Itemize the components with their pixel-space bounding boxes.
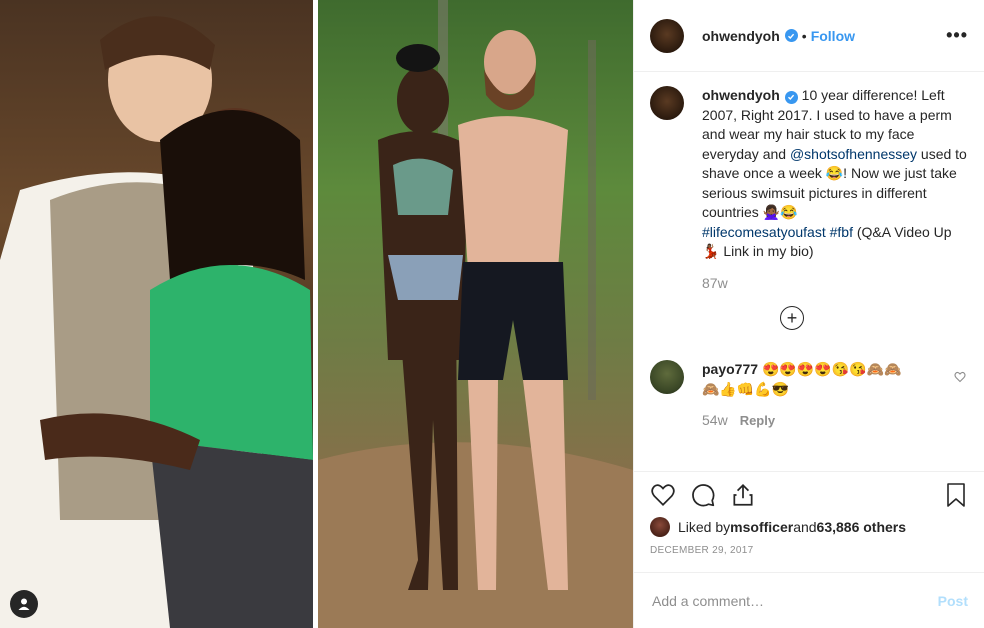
bookmark-icon[interactable] — [944, 482, 968, 508]
verified-icon — [784, 29, 798, 42]
photo-left-illustration — [0, 16, 313, 628]
likes-summary: Liked by msofficer and 63,886 others — [634, 517, 984, 537]
caption-username[interactable]: ohwendyoh — [702, 87, 780, 103]
comments-section: ohwendyoh 10 year difference! Left 2007,… — [634, 72, 984, 471]
caption: ohwendyoh 10 year difference! Left 2007,… — [650, 86, 968, 293]
user-tag-button[interactable] — [10, 590, 38, 618]
user-tag-icon — [18, 598, 30, 610]
post-header: ohwendyoh • Follow ••• — [634, 0, 984, 72]
commenter-username[interactable]: payo777 — [702, 361, 758, 377]
author-username[interactable]: ohwendyoh — [702, 28, 780, 44]
caption-meta: 87w — [702, 274, 968, 294]
action-bar — [634, 471, 984, 517]
comment-emojis-line2: 🙈👍👊💪😎 — [702, 380, 790, 397]
liker-avatar[interactable] — [650, 517, 670, 537]
more-options-icon[interactable]: ••• — [946, 25, 968, 46]
post-comment-button[interactable]: Post — [938, 593, 968, 609]
author-avatar[interactable] — [650, 18, 684, 53]
verified-icon — [784, 90, 798, 104]
load-more-comments[interactable]: + — [616, 306, 968, 330]
reply-button[interactable]: Reply — [740, 413, 775, 428]
caption-avatar[interactable] — [650, 86, 684, 120]
comment-emojis-line1: 😍😍😍😍😘😘🙈🙈 — [761, 361, 902, 377]
add-comment-bar: Post — [634, 572, 984, 628]
photo-left-2007 — [0, 0, 313, 628]
likes-middle: and — [793, 519, 817, 535]
photo-right-illustration — [318, 0, 633, 628]
likes-prefix: Liked by — [678, 519, 731, 535]
follow-button[interactable]: Follow — [811, 28, 855, 44]
share-icon[interactable] — [730, 482, 756, 508]
comment-body: payo777 😍😍😍😍😘😘🙈🙈 🙈👍👊💪😎 54w Reply — [702, 360, 968, 431]
commenter-avatar[interactable] — [650, 360, 684, 394]
comment-icon[interactable] — [690, 482, 716, 508]
likes-count-link[interactable]: 63,886 others — [817, 519, 907, 535]
comment-input[interactable] — [650, 591, 938, 610]
photo-right-2017 — [318, 0, 633, 628]
caption-mention-link[interactable]: @shotsofhennessey — [790, 146, 917, 162]
liker-username[interactable]: msofficer — [730, 519, 793, 535]
post-media[interactable] — [0, 0, 633, 628]
comment-age[interactable]: 54w — [702, 412, 728, 428]
comment-meta: 54w Reply — [702, 411, 968, 431]
plus-circle-icon[interactable]: + — [780, 306, 804, 330]
comment-like-heart-icon[interactable] — [954, 370, 966, 388]
heart-icon[interactable] — [650, 482, 676, 508]
post-date[interactable]: DECEMBER 29, 2017 — [634, 537, 984, 572]
header-separator: • — [801, 27, 807, 44]
hashtag-link[interactable]: #lifecomesatyoufast — [702, 224, 826, 240]
caption-body: ohwendyoh 10 year difference! Left 2007,… — [702, 86, 968, 293]
instagram-post: ohwendyoh • Follow ••• ohwendyoh 10 year… — [0, 0, 984, 628]
comment-item: payo777 😍😍😍😍😘😘🙈🙈 🙈👍👊💪😎 54w Reply — [650, 360, 968, 431]
post-sidebar: ohwendyoh • Follow ••• ohwendyoh 10 year… — [633, 0, 984, 628]
hashtag-link[interactable]: #fbf — [830, 224, 853, 240]
caption-age[interactable]: 87w — [702, 275, 728, 291]
